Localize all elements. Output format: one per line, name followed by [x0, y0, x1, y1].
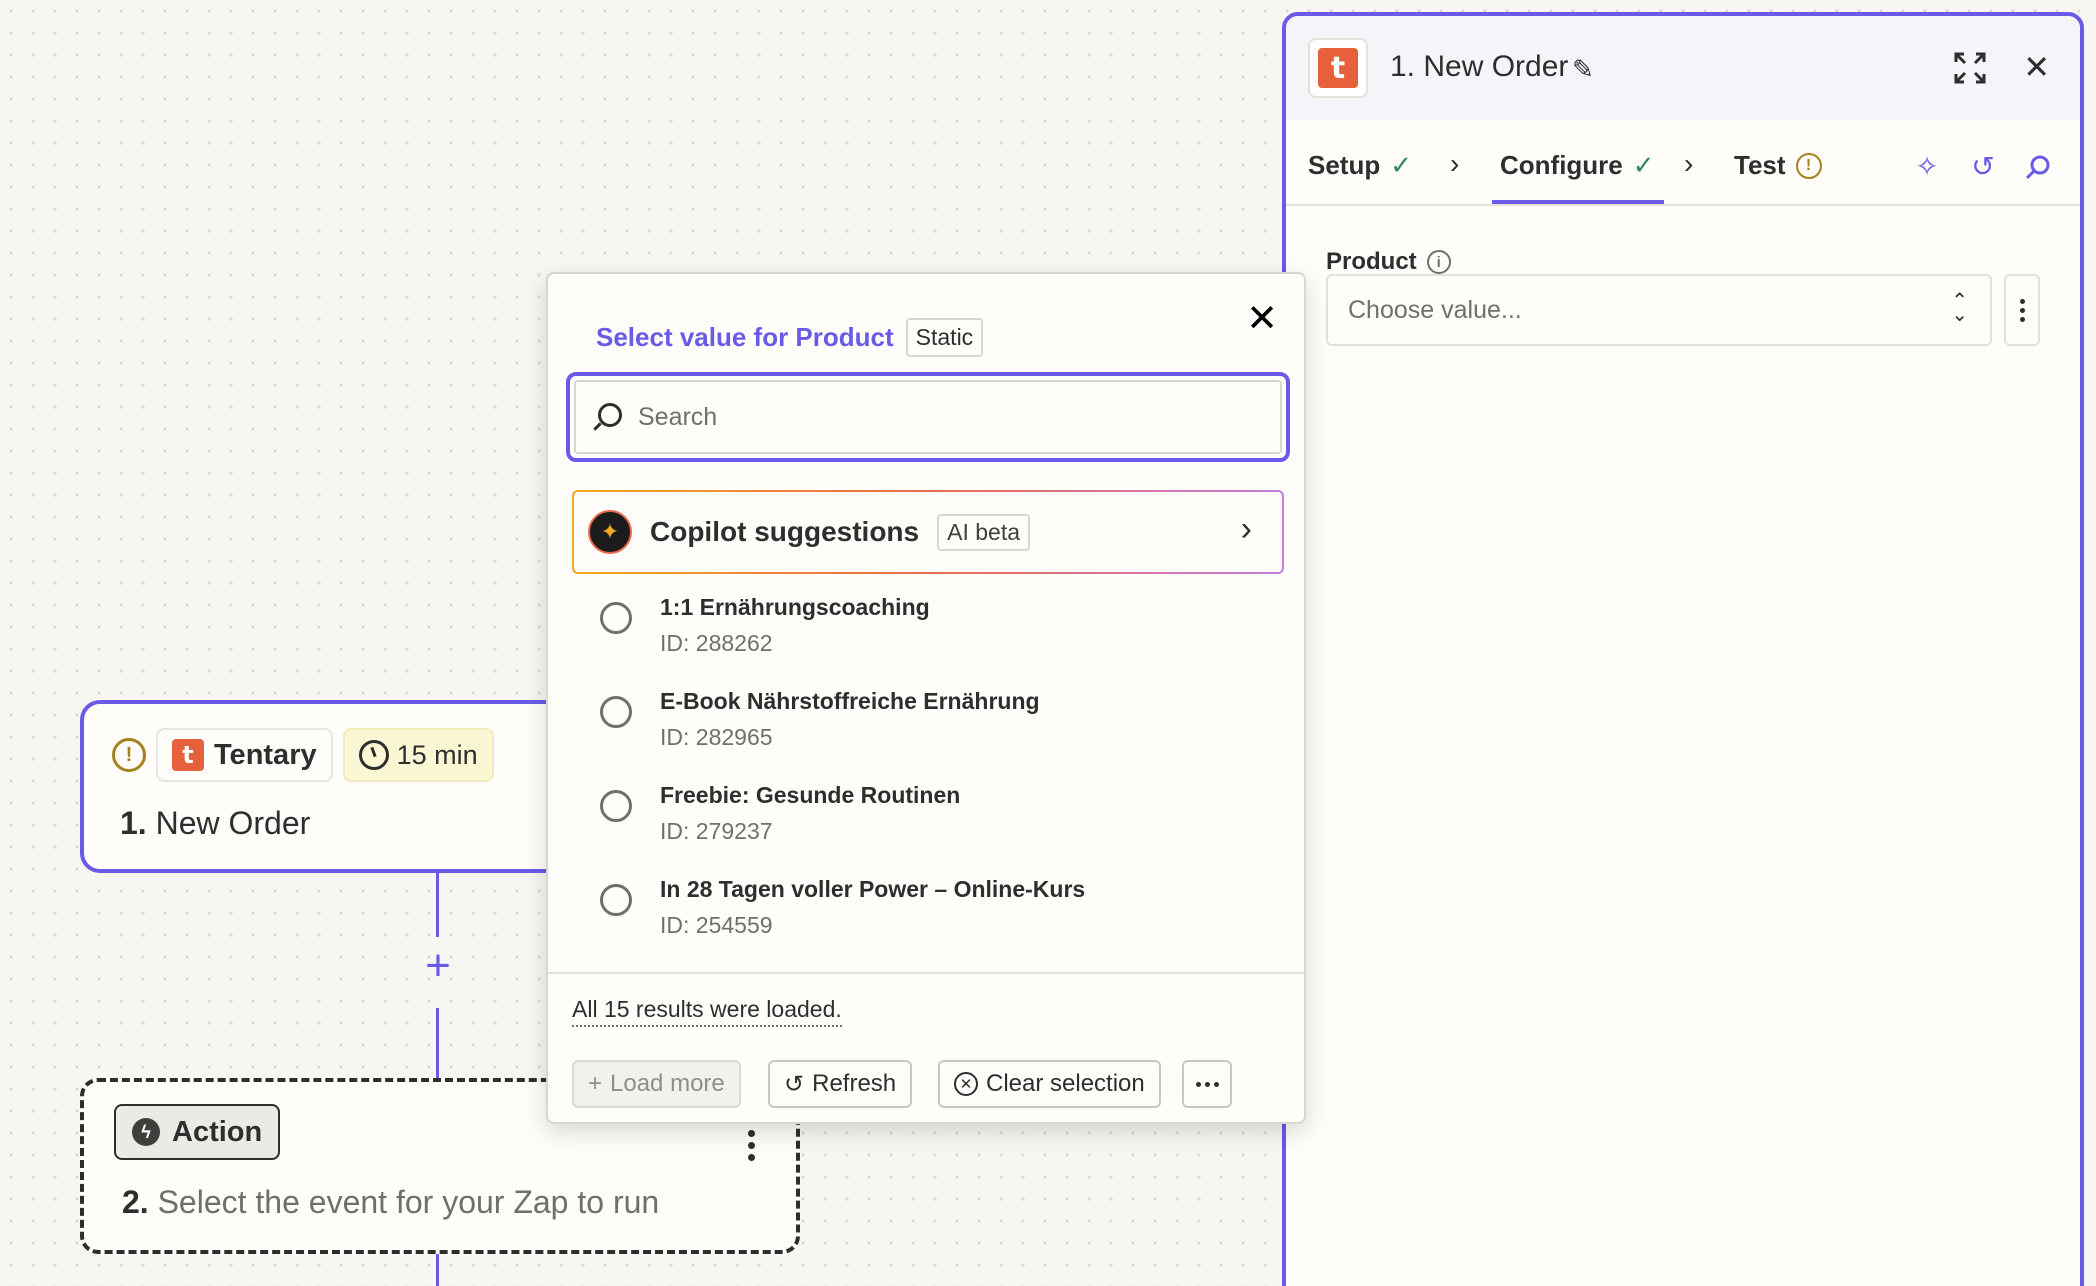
more-options-button[interactable] [1182, 1060, 1232, 1108]
option-id: ID: 288262 [660, 630, 773, 656]
tentary-logo-icon: t [1318, 48, 1358, 88]
action-more-menu-icon[interactable] [748, 1130, 756, 1161]
list-item[interactable]: 1:1 Ernährungscoaching ID: 288262 [600, 592, 1260, 672]
radio-button[interactable] [600, 884, 632, 916]
info-icon[interactable]: i [1426, 250, 1451, 274]
tab-test[interactable]: Test ! [1734, 150, 1822, 181]
option-id: ID: 279237 [660, 818, 773, 844]
action-title-text: Select the event for your Zap to run [157, 1184, 660, 1220]
results-status: All 15 results were loaded. [572, 996, 842, 1027]
edit-pencil-icon[interactable]: ✎ [1572, 54, 1594, 85]
tab-setup-label: Setup [1308, 150, 1381, 180]
sparkle-icon[interactable]: ✧ [1910, 150, 1944, 184]
tab-configure[interactable]: Configure ✓ [1500, 150, 1655, 181]
load-more-label: Load more [610, 1070, 725, 1097]
chevron-up-down-icon: ⌃ ⌄ [1951, 290, 1968, 326]
refresh-label: Refresh [812, 1070, 897, 1097]
option-id: ID: 254559 [660, 912, 773, 938]
check-icon: ✓ [1390, 150, 1413, 180]
more-horizontal-icon [1195, 1081, 1219, 1087]
polling-interval-pill: 15 min [342, 728, 494, 782]
search-field-focus-ring [566, 372, 1290, 462]
option-label: In 28 Tagen voller Power – Online-Kurs [660, 876, 1086, 902]
search-input[interactable] [638, 402, 1238, 432]
tentary-logo-icon: t [172, 739, 204, 771]
plus-icon: + [588, 1070, 603, 1097]
tab-setup[interactable]: Setup ✓ [1308, 150, 1412, 181]
connector-line-bottom [436, 1008, 439, 1078]
clear-selection-label: Clear selection [986, 1070, 1145, 1097]
product-select[interactable]: Choose value... ⌃ ⌄ [1326, 274, 1992, 346]
action-title: 2. Select the event for your Zap to run [122, 1184, 659, 1221]
radio-button[interactable] [600, 790, 632, 822]
copilot-suggestions-button[interactable]: ✦ Copilot suggestions AI beta › [572, 490, 1284, 574]
chevron-right-icon: › [1450, 148, 1460, 179]
lightning-bolt-icon: ϟ [132, 1118, 160, 1146]
connector-line-top [436, 873, 439, 937]
action-step-number: 2. [122, 1184, 149, 1220]
step-editor-panel: t 1. New Order ✎ ✕ Setup ✓ › Configure ✓… [1282, 12, 2084, 1286]
search-icon [594, 403, 622, 431]
popover-title-text: Select value for Product [596, 322, 894, 352]
warning-icon: ! [112, 738, 146, 772]
refresh-icon: ↺ [784, 1070, 805, 1098]
load-more-button[interactable]: + Load more [572, 1060, 741, 1108]
polling-interval-text: 15 min [396, 739, 478, 770]
trigger-step-number: 1. [120, 805, 147, 841]
refresh-button[interactable]: ↺ Refresh [768, 1060, 913, 1108]
value-selector-popover: Select value for Product Static ✕ ✦ Copi… [546, 272, 1306, 1124]
undo-icon[interactable]: ↺ [1966, 150, 2000, 184]
list-item[interactable]: In 28 Tagen voller Power – Online-Kurs I… [600, 874, 1260, 954]
tab-test-label: Test [1734, 150, 1786, 180]
radio-button[interactable] [600, 602, 632, 634]
trigger-app-name: Tentary [214, 738, 317, 771]
option-label: Freebie: Gesunde Routinen [660, 782, 961, 808]
product-field-label: Product i [1326, 248, 1451, 276]
add-step-button[interactable]: + [420, 944, 456, 988]
list-item[interactable]: Freebie: Gesunde Routinen ID: 279237 [600, 780, 1260, 860]
clear-selection-button[interactable]: ✕ Clear selection [938, 1060, 1161, 1108]
close-panel-icon[interactable]: ✕ [2023, 48, 2050, 86]
radio-button[interactable] [600, 696, 632, 728]
option-label: E-Book Nährstoffreiche Ernährung [660, 688, 1040, 714]
ai-beta-badge: AI beta [937, 513, 1030, 551]
clear-circle-x-icon: ✕ [954, 1072, 978, 1096]
chevron-right-icon: › [1240, 510, 1252, 548]
panel-header: t 1. New Order ✎ ✕ [1286, 16, 2080, 120]
step-tabs: Setup ✓ › Configure ✓ › Test ! ✧ ↺ [1286, 120, 2080, 206]
trigger-title: 1. New Order [120, 805, 310, 842]
tab-configure-label: Configure [1500, 150, 1623, 180]
popover-title: Select value for Product Static [596, 318, 984, 357]
clock-icon [358, 740, 389, 770]
close-popover-icon[interactable]: ✕ [1246, 296, 1278, 341]
search-field[interactable] [574, 380, 1282, 454]
product-select-placeholder: Choose value... [1348, 295, 1522, 324]
option-label: 1:1 Ernährungscoaching [660, 594, 930, 620]
action-pill: ϟ Action [114, 1104, 281, 1160]
copilot-label: Copilot suggestions [650, 516, 920, 547]
option-id: ID: 282965 [660, 724, 773, 750]
expand-icon[interactable] [1952, 50, 1988, 86]
copilot-sparkle-icon: ✦ [588, 510, 632, 554]
divider [548, 972, 1304, 974]
trigger-title-text: New Order [155, 805, 311, 841]
connector-line-below [436, 1254, 439, 1286]
static-badge: Static [905, 318, 984, 357]
panel-title[interactable]: 1. New Order [1390, 50, 1568, 84]
chevron-right-icon: › [1684, 148, 1694, 179]
list-item[interactable]: E-Book Nährstoffreiche Ernährung ID: 282… [600, 686, 1260, 766]
action-pill-label: Action [172, 1115, 263, 1148]
search-icon[interactable] [2024, 154, 2052, 182]
active-tab-indicator [1492, 200, 1664, 204]
product-label-text: Product [1326, 248, 1417, 275]
panel-app-logo: t [1308, 38, 1368, 98]
field-more-options-icon[interactable] [2004, 274, 2040, 346]
warning-icon: ! [1795, 152, 1822, 179]
trigger-app-pill: t Tentary [156, 728, 333, 782]
check-icon: ✓ [1632, 150, 1655, 180]
